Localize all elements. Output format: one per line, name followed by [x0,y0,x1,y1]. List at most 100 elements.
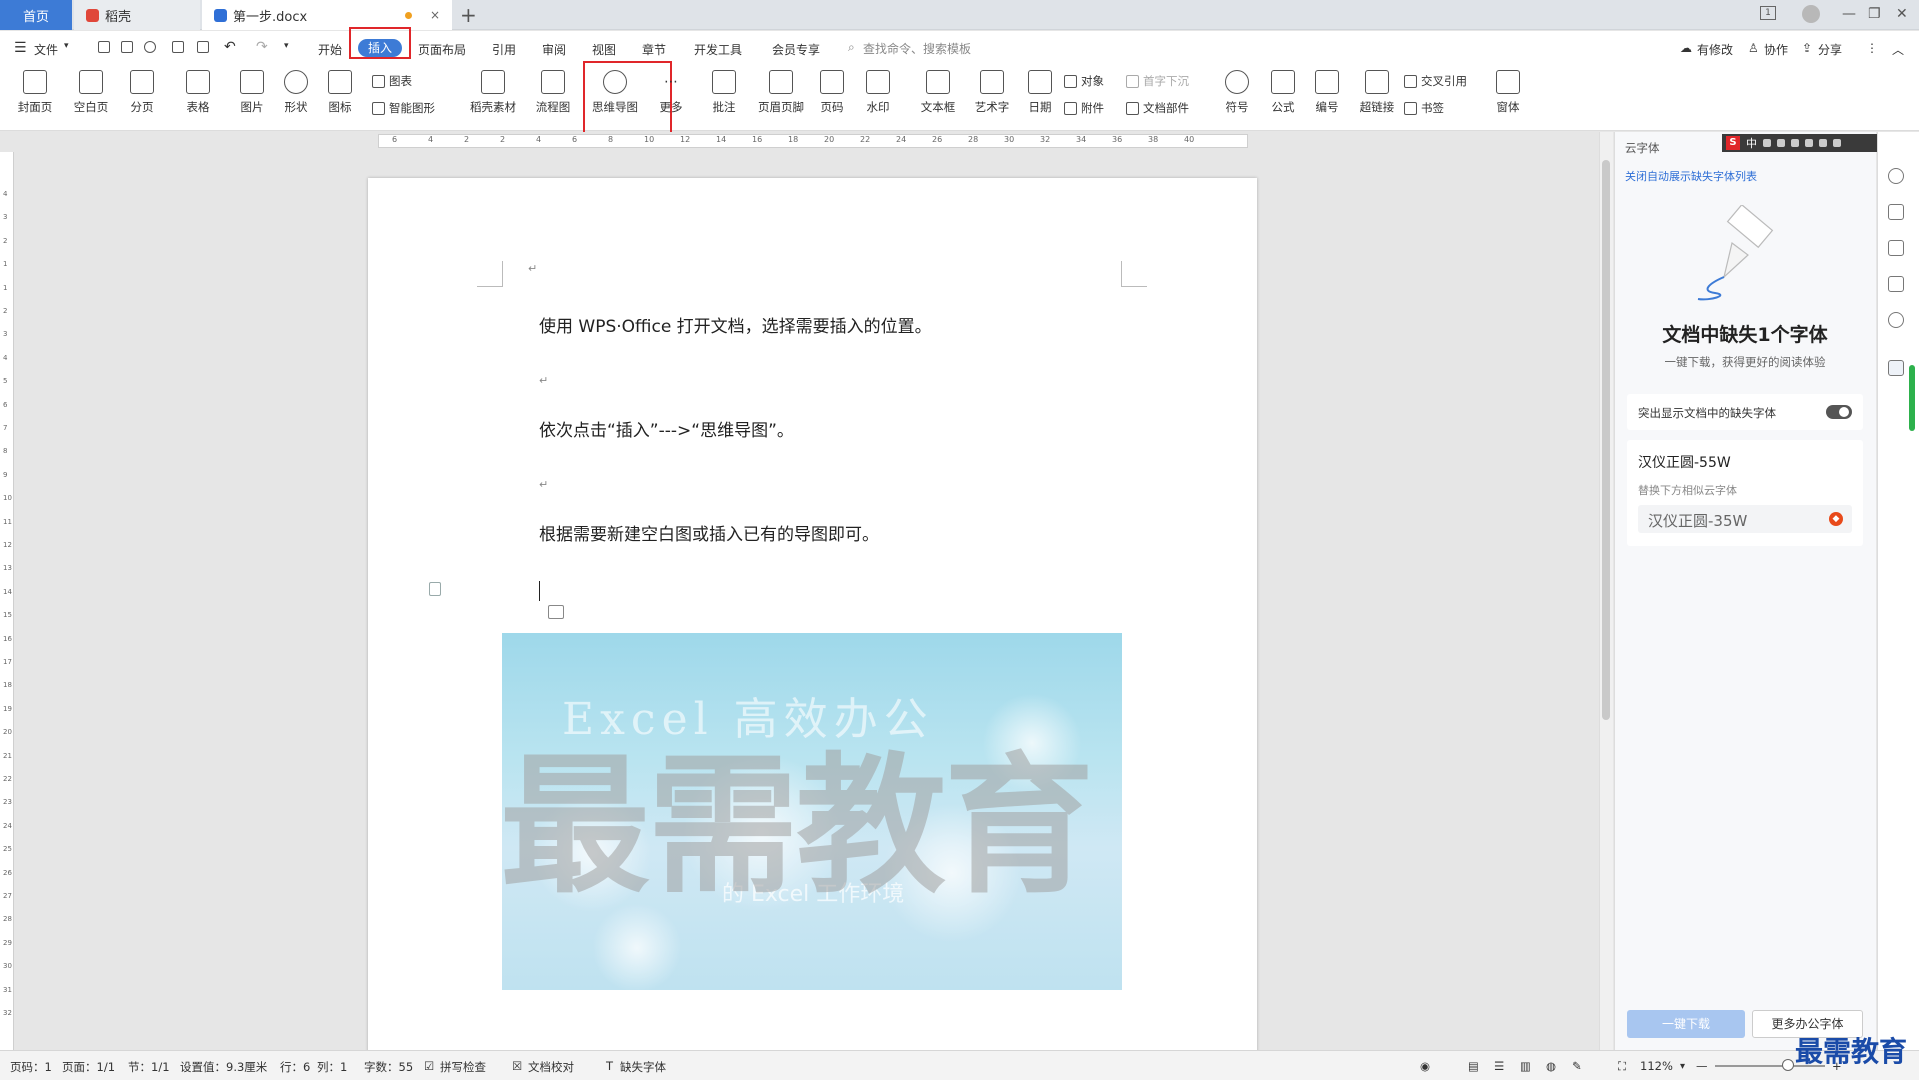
menu-start[interactable]: 开始 [318,41,342,58]
highlight-missing-toggle[interactable] [1826,405,1852,419]
tab-daoke[interactable]: 稻壳 [74,0,200,30]
icon-library-button[interactable]: 图标 [318,66,362,115]
textbox-button[interactable]: 文本框 [914,66,962,115]
help-icon[interactable] [1888,312,1904,328]
chart-button[interactable]: 图表 [372,73,412,89]
more-button[interactable]: ⋯ 更多 [650,66,692,115]
undo-icon[interactable]: ↶ [224,39,236,55]
paragraph-1[interactable]: 使用 WPS·Office 打开文档，选择需要插入的位置。 [539,312,932,337]
tab-count-badge[interactable]: 1 [1760,6,1776,20]
new-file-icon[interactable] [98,41,110,53]
cover-page-button[interactable]: 封面页 [12,66,58,115]
shape-button[interactable]: 形状 [274,66,318,115]
page-break-button[interactable]: 分页 [120,66,164,115]
status-word-count[interactable]: 字数：55 [364,1059,413,1075]
zoom-dropdown-icon[interactable]: ▾ [1680,1061,1685,1072]
command-search-input[interactable]: 查找命令、搜索模板 [863,40,971,57]
ime-tools-icon[interactable] [1819,139,1827,147]
paragraph-3[interactable]: 根据需要新建空白图或插入已有的导图即可。 [539,520,879,545]
redo-icon[interactable]: ↷ [256,39,268,55]
print-preview-icon[interactable] [197,41,209,53]
select-cursor-icon[interactable] [1888,240,1904,256]
has-changes-button[interactable]: 有修改 [1697,41,1733,58]
menu-review[interactable]: 审阅 [542,41,566,58]
zoom-out-button[interactable]: — [1696,1059,1708,1073]
write-mode-icon[interactable]: ✎ [1572,1059,1582,1073]
menu-chapter[interactable]: 章节 [642,41,666,58]
ime-punct-icon[interactable] [1763,139,1771,147]
formula-button[interactable]: 公式 [1262,66,1304,115]
paragraph-layout-icon[interactable] [429,582,441,596]
tab-close-button[interactable]: × [430,8,440,22]
scrollbar-thumb[interactable] [1602,160,1610,720]
cloud-font-icon[interactable] [1888,360,1904,376]
style-icon[interactable] [1888,168,1904,184]
doc-parts-button[interactable]: 文档部件 [1126,100,1189,116]
print-icon[interactable] [172,41,184,53]
drop-cap-button[interactable]: 首字下沉 [1126,73,1189,89]
customize-toolbar-icon[interactable]: ▾ [284,41,289,51]
ime-user-icon[interactable] [1805,139,1813,147]
paragraph-2[interactable]: 依次点击“插入”--->“思维导图”。 [539,416,794,441]
file-menu[interactable]: 文件 [34,41,58,58]
collaborate-button[interactable]: 协作 [1764,41,1788,58]
settings-sliders-icon[interactable] [1888,276,1904,292]
format-painter-icon[interactable] [144,41,156,53]
ime-moon-icon[interactable] [1777,139,1785,147]
comment-button[interactable]: 批注 [702,66,746,115]
status-row[interactable]: 行：6 [280,1059,310,1075]
edit-pen-icon[interactable] [1888,204,1904,220]
menu-member[interactable]: 会员专享 [772,41,820,58]
save-icon[interactable] [121,41,133,53]
watermark-button[interactable]: 水印 [856,66,900,115]
spell-check-button[interactable]: 拼写检查 [440,1059,486,1075]
blank-page-button[interactable]: 空白页 [68,66,114,115]
status-section[interactable]: 节：1/1 [128,1059,170,1075]
menu-view[interactable]: 视图 [592,41,616,58]
user-avatar[interactable] [1802,5,1820,23]
numbering-button[interactable]: 编号 [1306,66,1348,115]
page-number-button[interactable]: 页码 [810,66,854,115]
read-view-icon[interactable]: ▥ [1520,1059,1531,1073]
collapse-ribbon-icon[interactable]: ︿ [1892,41,1904,58]
attachment-button[interactable]: 附件 [1064,100,1104,116]
restore-button[interactable]: ❐ [1868,6,1881,22]
date-button[interactable]: 日期 [1020,66,1060,115]
close-window-button[interactable]: ✕ [1896,6,1908,22]
status-page-number[interactable]: 页码：1 [10,1059,52,1075]
status-setting[interactable]: 设置值：9.3厘米 [180,1059,267,1075]
menu-references[interactable]: 引用 [492,41,516,58]
smart-graphic-button[interactable]: 智能图形 [372,100,435,116]
menu-insert[interactable]: 插入 [358,39,402,57]
paste-options-icon[interactable] [548,605,564,619]
hyperlink-button[interactable]: 超链接 [1354,66,1400,115]
ime-skin-icon[interactable] [1833,139,1841,147]
ime-language[interactable]: 中 [1746,135,1757,151]
web-view-icon[interactable]: ◍ [1546,1059,1556,1073]
eye-protection-icon[interactable]: ◉ [1420,1059,1430,1073]
more-options-icon[interactable]: ⋮ [1866,41,1878,55]
ime-keyboard-icon[interactable] [1791,139,1799,147]
table-button[interactable]: 表格 [176,66,220,115]
cross-reference-button[interactable]: 交叉引用 [1404,73,1467,89]
hamburger-menu-icon[interactable]: ☰ [14,40,27,56]
mindmap-button[interactable]: 思维导图 [586,66,644,115]
minimize-button[interactable]: — [1842,6,1856,22]
zoom-slider-knob[interactable] [1782,1059,1794,1071]
one-click-download-button[interactable]: 一键下载 [1627,1010,1745,1038]
zoom-level[interactable]: 112% [1640,1059,1673,1073]
symbol-button[interactable]: 符号 [1216,66,1258,115]
missing-font-status[interactable]: 缺失字体 [620,1059,666,1075]
form-button[interactable]: 窗体 [1488,66,1528,115]
panel-title[interactable]: 云字体 [1625,140,1660,156]
doc-proof-button[interactable]: 文档校对 [528,1059,574,1075]
status-col[interactable]: 列：1 [317,1059,347,1075]
bookmark-button[interactable]: 书签 [1404,100,1444,116]
tab-home[interactable]: 首页 [0,0,72,30]
wordart-button[interactable]: 艺术字 [968,66,1016,115]
new-tab-button[interactable]: + [460,3,477,27]
tab-document[interactable]: 第一步.docx × [202,0,452,30]
outline-view-icon[interactable]: ☰ [1494,1059,1504,1073]
picture-button[interactable]: 图片 [230,66,274,115]
menu-developer[interactable]: 开发工具 [694,41,742,58]
